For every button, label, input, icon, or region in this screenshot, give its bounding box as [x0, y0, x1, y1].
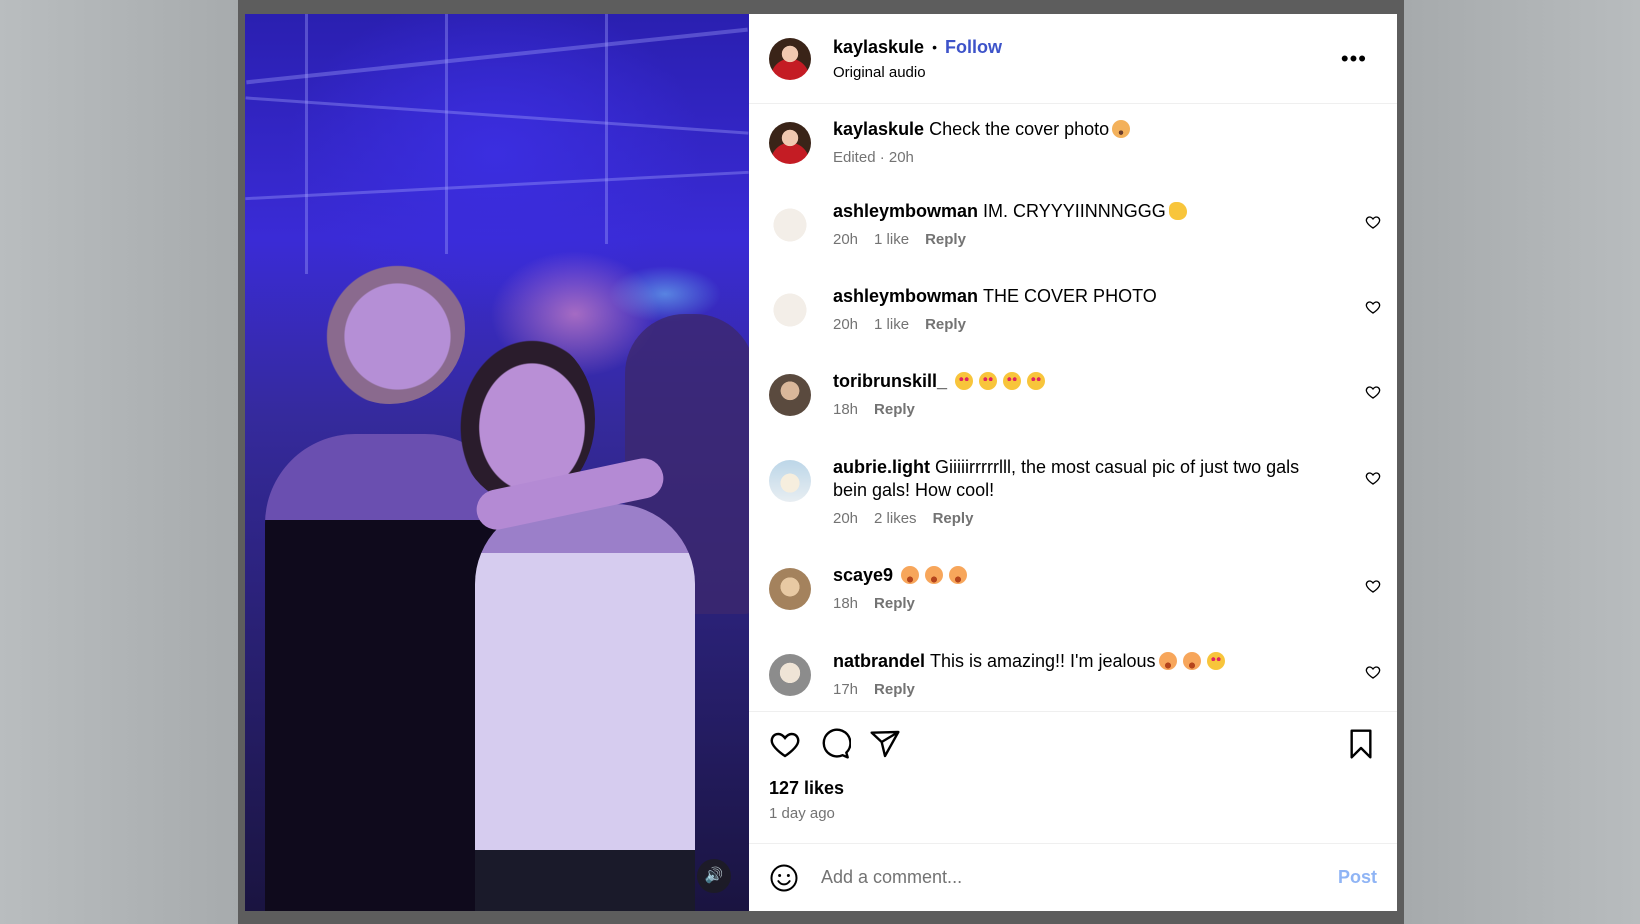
comment-username[interactable]: ashleymbowman [833, 286, 978, 306]
clap-emoji-icon [1168, 202, 1187, 220]
like-heart-icon[interactable] [769, 728, 801, 760]
post-side-panel: kaylaskule • Follow Original audio ••• k… [749, 14, 1397, 911]
caption-text: Check the cover photo [929, 119, 1110, 139]
post-header: kaylaskule • Follow Original audio ••• [749, 14, 1397, 104]
comment-row: natbrandel This is amazing!! I'm jealous … [749, 650, 1397, 711]
smiling-hearts-emoji-icon [1206, 652, 1225, 670]
heart-eyes-emoji-icon [955, 372, 974, 390]
commenter-avatar[interactable] [769, 374, 811, 416]
comment-time: 18h [833, 401, 859, 418]
comment-likes[interactable]: 1 like [874, 316, 909, 333]
comments-list[interactable]: kaylaskule Check the cover photo Edited ·… [749, 104, 1397, 711]
follow-button[interactable]: Follow [945, 37, 1002, 58]
caption-avatar[interactable] [769, 122, 811, 164]
comment-row: ashleymbowman THE COVER PHOTO 20h 1 like Re… [749, 285, 1397, 370]
grin-emoji-icon [1158, 652, 1177, 670]
crying-emoji-icon [1112, 120, 1131, 138]
comment-username[interactable]: ashleymbowman [833, 201, 978, 221]
comment-row: toribrunskill_ 18h Reply [749, 370, 1397, 456]
monkey-emoji-icon [949, 566, 968, 584]
comment-row: aubrie.light Giiiiirrrrrlll, the most cas… [749, 456, 1397, 564]
commenter-avatar[interactable] [769, 654, 811, 696]
comment-username[interactable]: toribrunskill_ [833, 371, 947, 391]
heart-eyes-emoji-icon [1003, 372, 1022, 390]
caption-username[interactable]: kaylaskule [833, 119, 924, 139]
comment-input[interactable] [819, 866, 1338, 889]
commenter-avatar[interactable] [769, 289, 811, 331]
post-time: 1 day ago [769, 805, 835, 822]
author-username[interactable]: kaylaskule [833, 37, 924, 58]
comment-time: 20h [833, 316, 859, 333]
heart-icon[interactable] [1365, 299, 1381, 315]
reply-button[interactable]: Reply [925, 316, 966, 333]
mute-toggle-icon[interactable]: 🔊 [697, 859, 731, 893]
comment-text: THE COVER PHOTO [983, 286, 1157, 306]
commenter-avatar[interactable] [769, 204, 811, 246]
post-modal: 🔊 kaylaskule • Follow Original audio •••… [245, 14, 1397, 911]
comment-text: This is amazing!! I'm jealous [930, 651, 1156, 671]
heart-icon[interactable] [1365, 664, 1381, 680]
comment-likes[interactable]: 2 likes [874, 510, 917, 527]
comment-time: 20h [833, 231, 859, 248]
comment-likes[interactable]: 1 like [874, 231, 909, 248]
comment-username[interactable]: aubrie.light [833, 457, 930, 477]
post-photo[interactable]: 🔊 [245, 14, 749, 911]
smiley-icon[interactable] [769, 863, 799, 893]
backdrop-right [1404, 0, 1640, 924]
caption-meta: Edited · 20h [833, 149, 914, 166]
bookmark-icon[interactable] [1345, 728, 1377, 760]
comment-bubble-icon[interactable] [819, 728, 851, 760]
reply-button[interactable]: Reply [874, 401, 915, 418]
audio-label[interactable]: Original audio [833, 64, 1002, 81]
heart-icon[interactable] [1365, 578, 1381, 594]
comment-row: scaye9 18h Reply [749, 564, 1397, 650]
comment-text: IM. CRYYYIINNNGGG [983, 201, 1166, 221]
heart-eyes-emoji-icon [1027, 372, 1046, 390]
commenter-avatar[interactable] [769, 568, 811, 610]
author-avatar[interactable] [769, 37, 811, 80]
comment-time: 18h [833, 595, 859, 612]
heart-icon[interactable] [1365, 384, 1381, 400]
comment-time: 17h [833, 681, 859, 698]
reply-button[interactable]: Reply [925, 231, 966, 248]
commenter-avatar[interactable] [769, 460, 811, 502]
comment-username[interactable]: natbrandel [833, 651, 925, 671]
reply-button[interactable]: Reply [874, 595, 915, 612]
monkey-emoji-icon [901, 566, 920, 584]
heart-eyes-emoji-icon [979, 372, 998, 390]
add-comment-bar: Post [749, 843, 1397, 911]
comment-username[interactable]: scaye9 [833, 565, 893, 585]
monkey-emoji-icon [925, 566, 944, 584]
caption-row: kaylaskule Check the cover photo Edited ·… [749, 118, 1397, 200]
backdrop-left [0, 0, 238, 924]
likes-count[interactable]: 127 likes [769, 778, 1377, 799]
share-send-icon[interactable] [869, 728, 901, 760]
grin-emoji-icon [1182, 652, 1201, 670]
heart-icon[interactable] [1365, 214, 1381, 230]
comment-time: 20h [833, 510, 859, 527]
post-comment-button[interactable]: Post [1338, 867, 1377, 888]
comment-row: ashleymbowman IM. CRYYYIINNNGGG 20h 1 like… [749, 200, 1397, 285]
more-horizontal-icon[interactable]: ••• [1341, 48, 1367, 70]
reply-button[interactable]: Reply [874, 681, 915, 698]
separator-dot: • [932, 39, 937, 55]
heart-icon[interactable] [1365, 470, 1381, 486]
post-actions: 127 likes 1 day ago [749, 711, 1397, 843]
reply-button[interactable]: Reply [933, 510, 974, 527]
